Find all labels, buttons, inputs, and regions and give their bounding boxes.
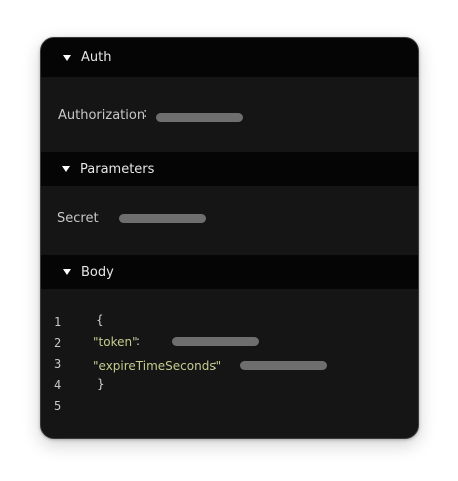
- authorization-label: Authorization: [58, 108, 146, 123]
- secret-value-placeholder[interactable]: [119, 214, 206, 223]
- collapse-triangle-icon: [62, 166, 70, 172]
- body-section-title: Body: [81, 264, 114, 280]
- line-number: 2: [54, 336, 62, 350]
- json-open-brace: {: [96, 313, 104, 327]
- parameters-section-header[interactable]: Parameters: [41, 152, 418, 186]
- secret-label: Secret: [57, 211, 99, 226]
- expire-time-value-placeholder[interactable]: [240, 361, 327, 370]
- line-number: 3: [54, 357, 62, 371]
- line-number: 1: [54, 315, 62, 329]
- authorization-separator: :: [143, 106, 148, 121]
- authorization-value-placeholder[interactable]: [156, 113, 243, 122]
- json-close-brace: }: [97, 377, 105, 391]
- parameters-section-title: Parameters: [80, 161, 155, 177]
- token-value-placeholder[interactable]: [172, 337, 259, 346]
- json-colon: :: [136, 334, 141, 348]
- line-number: 4: [54, 378, 62, 392]
- auth-section-header[interactable]: Auth: [41, 38, 418, 77]
- auth-section-title: Auth: [81, 50, 112, 65]
- collapse-triangle-icon: [63, 54, 71, 61]
- request-panel: Auth Authorization : Parameters Secret B…: [40, 37, 419, 439]
- json-colon: :: [213, 358, 218, 372]
- line-number: 5: [54, 399, 62, 413]
- collapse-triangle-icon: [63, 269, 71, 275]
- body-section-header[interactable]: Body: [41, 255, 418, 289]
- json-key-token: "token": [93, 335, 138, 349]
- json-key-expire-time-seconds: "expireTimeSeconds": [93, 359, 222, 373]
